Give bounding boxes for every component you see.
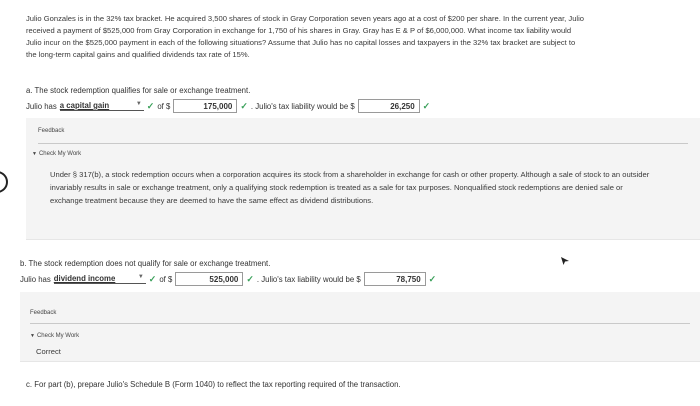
part-a-liability-label: . Julio's tax liability would be $ [250, 101, 355, 111]
chevron-down-icon: ▼ [135, 101, 142, 107]
divider [30, 323, 690, 324]
part-b-check-my-work-label: Check My Work [36, 333, 80, 339]
part-b-feedback-panel: Feedback ▼ Check My Work Correct [20, 292, 700, 362]
part-b-amount-input[interactable]: 525,000 [175, 272, 244, 286]
part-b-liability-label: . Julio's tax liability would be $ [256, 274, 361, 284]
side-nav-arrow-icon[interactable] [0, 171, 8, 193]
part-a-liability-input[interactable]: 26,250 [357, 99, 420, 113]
check-icon: ✓ [240, 100, 248, 111]
part-c-prompt: c. For part (b), prepare Julio's Schedul… [26, 380, 401, 389]
part-a-check-my-work-toggle[interactable]: ▼ Check My Work [32, 151, 81, 157]
check-icon: ✓ [422, 100, 431, 111]
part-b-liability-input[interactable]: 78,750 [363, 272, 426, 286]
part-b-check-my-work-toggle[interactable]: ▼ Check My Work [30, 333, 79, 339]
part-b-of-label: of $ [159, 274, 173, 284]
check-icon: ✓ [246, 273, 254, 284]
part-a-income-type-dropdown[interactable]: a capital gain ▼ [59, 101, 144, 111]
cursor-icon [560, 256, 570, 266]
check-icon: ✓ [146, 100, 155, 111]
part-b-feedback-label: Feedback [30, 310, 57, 316]
part-b-prompt: b. The stock redemption does not qualify… [20, 259, 271, 268]
part-a-feedback-panel: Feedback ▼ Check My Work Under § 317(b),… [26, 118, 700, 240]
part-a-check-my-work-label: Check My Work [38, 151, 82, 157]
chevron-down-icon: ▼ [137, 274, 144, 280]
part-b-dropdown-value: dividend income [53, 274, 116, 283]
part-a-of-label: of $ [157, 101, 171, 111]
part-b-lead: Julio has [20, 274, 51, 284]
part-a-answer-row: Julio has a capital gain ▼ ✓ of $ 175,00… [26, 99, 430, 113]
divider [38, 143, 688, 144]
part-a-lead: Julio has [26, 101, 57, 111]
part-b-answer-row: Julio has dividend income ▼ ✓ of $ 525,0… [20, 272, 436, 286]
triangle-down-icon: ▼ [32, 151, 37, 157]
part-b-feedback-text: Correct [36, 347, 61, 356]
triangle-down-icon: ▼ [30, 333, 35, 339]
check-icon: ✓ [428, 273, 437, 284]
part-a-dropdown-value: a capital gain [59, 101, 110, 110]
part-a-amount-input[interactable]: 175,000 [173, 99, 238, 113]
part-b-income-type-dropdown[interactable]: dividend income ▼ [53, 274, 146, 284]
problem-intro: Julio Gonzales is in the 32% tax bracket… [26, 14, 585, 59]
part-a-feedback-text: Under § 317(b), a stock redemption occur… [50, 170, 650, 205]
check-icon: ✓ [148, 273, 157, 284]
part-a-prompt: a. The stock redemption qualifies for sa… [26, 86, 251, 95]
part-a-feedback-label: Feedback [38, 128, 65, 134]
